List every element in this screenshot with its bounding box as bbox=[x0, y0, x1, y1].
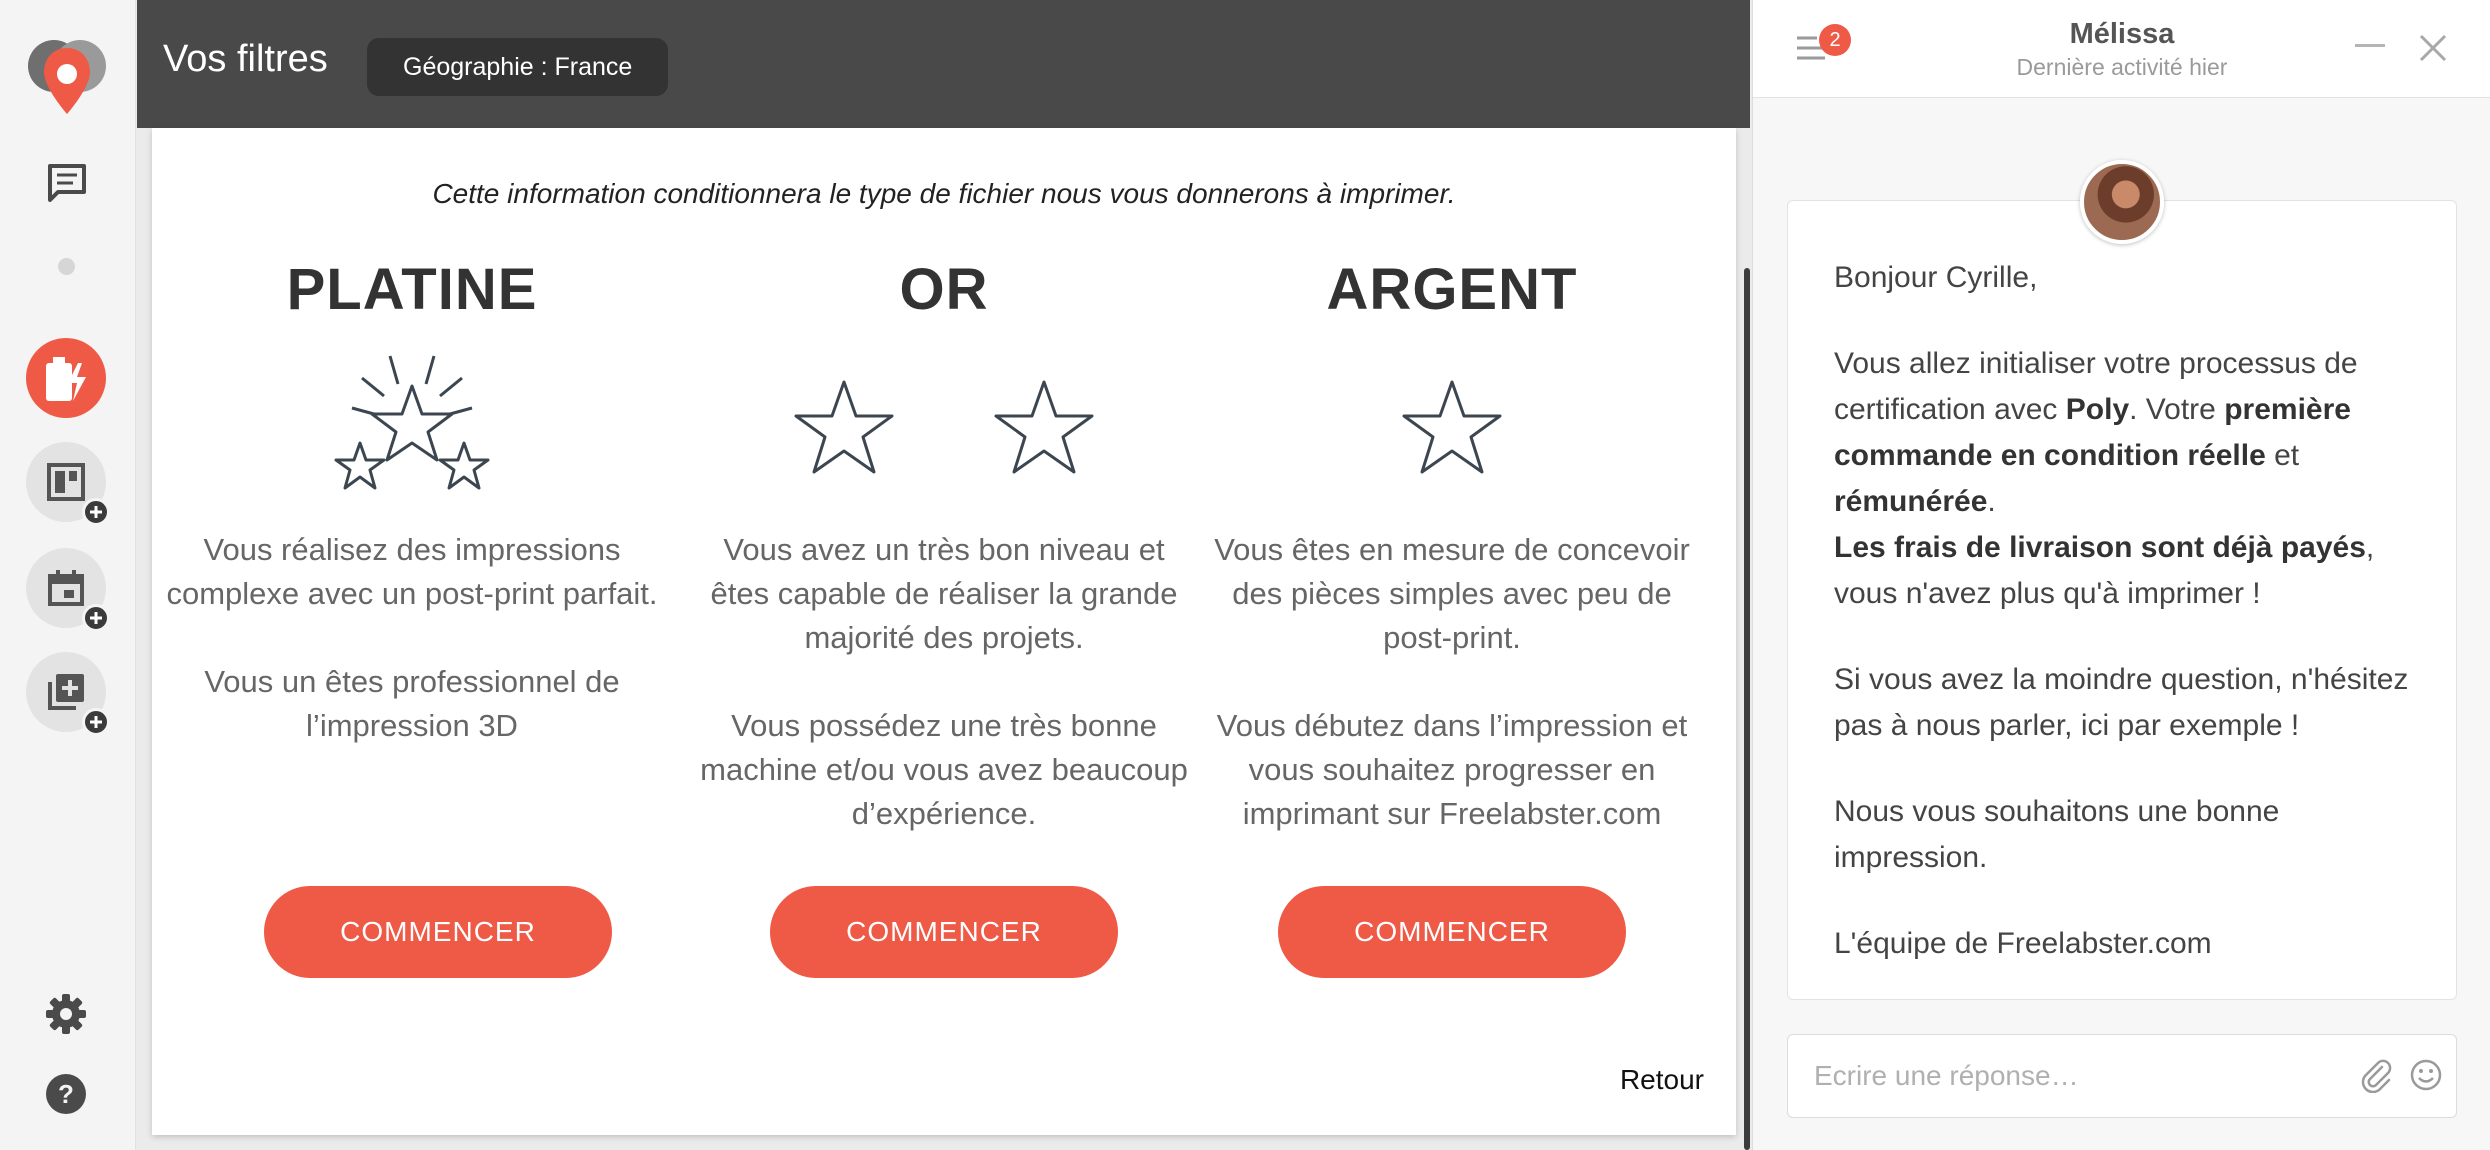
geography-filter-chip[interactable]: Géographie : France bbox=[367, 38, 669, 96]
plus-icon bbox=[82, 498, 110, 526]
gear-icon[interactable] bbox=[44, 992, 88, 1041]
start-argent-button[interactable]: COMMENCER bbox=[1278, 886, 1626, 978]
close-icon[interactable] bbox=[2417, 32, 2449, 69]
calendar-add-icon bbox=[48, 570, 84, 606]
emoji-icon[interactable] bbox=[2408, 1057, 2444, 1098]
plus-icon bbox=[82, 604, 110, 632]
intro-text: Cette information conditionnera le type … bbox=[432, 178, 1456, 209]
message-paragraph: Vous allez initialiser votre processus d… bbox=[1834, 347, 2375, 610]
svg-text:?: ? bbox=[58, 1079, 74, 1109]
filters-title: Vos filtres bbox=[163, 38, 328, 80]
dashboard-add-icon bbox=[47, 463, 85, 501]
library-add-button[interactable] bbox=[26, 652, 110, 736]
level-title: ARGENT bbox=[1326, 257, 1578, 322]
logo-pin-icon[interactable] bbox=[24, 34, 110, 120]
start-or-button[interactable]: COMMENCER bbox=[770, 886, 1118, 978]
level-title: OR bbox=[899, 257, 989, 322]
certification-level-card: Cette information conditionnera le type … bbox=[152, 128, 1736, 1135]
main-scrollbar[interactable] bbox=[1744, 268, 1750, 1150]
level-column-argent: ARGENT Vous êtes en mesure de concevoir … bbox=[1198, 256, 1706, 836]
avatar bbox=[2080, 160, 2164, 244]
start-platine-button[interactable]: COMMENCER bbox=[264, 886, 612, 978]
minimize-icon[interactable] bbox=[2355, 44, 2385, 47]
dashboard-add-button[interactable] bbox=[26, 442, 110, 526]
chat-header: 2 Mélissa Dernière activité hier bbox=[1753, 0, 2490, 98]
level-description: Vous êtes en mesure de concevoir des piè… bbox=[1214, 532, 1690, 655]
reply-input[interactable] bbox=[1814, 1051, 2314, 1101]
sidebar: ? bbox=[0, 0, 136, 1150]
message-paragraph: Si vous avez la moindre question, n'hési… bbox=[1834, 663, 2409, 742]
separator-dot bbox=[58, 258, 75, 275]
chat-panel: 2 Mélissa Dernière activité hier Bonjour… bbox=[1752, 0, 2490, 1150]
help-icon[interactable]: ? bbox=[44, 1072, 88, 1121]
level-column-or: OR Vous avez un très bon niveau et êtes … bbox=[690, 256, 1198, 836]
level-title: PLATINE bbox=[286, 257, 538, 322]
plus-icon bbox=[82, 708, 110, 736]
level-description: Vous réalisez des impressions complexe a… bbox=[166, 532, 658, 611]
chat-icon[interactable] bbox=[46, 162, 88, 209]
paperclip-icon[interactable] bbox=[2358, 1057, 2394, 1098]
battery-bolt-button[interactable] bbox=[26, 338, 106, 418]
three-stars-burst-icon bbox=[334, 355, 490, 490]
contact-status: Dernière activité hier bbox=[2016, 54, 2228, 80]
level-description: Vous avez un très bon niveau et êtes cap… bbox=[710, 532, 1178, 655]
level-description-secondary: Vous possédez une très bonne machine et/… bbox=[700, 708, 1188, 831]
two-stars-icon bbox=[794, 380, 1094, 474]
back-link[interactable]: Retour bbox=[1620, 1064, 1704, 1096]
battery-bolt-icon bbox=[46, 357, 86, 401]
level-column-platine: PLATINE Vous réalisez des impressions co… bbox=[158, 256, 666, 748]
filters-bar: Vos filtres Géographie : France bbox=[137, 0, 1750, 128]
message-greeting: Bonjour Cyrille, bbox=[1834, 261, 2038, 294]
library-add-icon bbox=[48, 674, 84, 710]
calendar-add-button[interactable] bbox=[26, 548, 110, 632]
message-paragraph: Nous vous souhaitons une bonne impressio… bbox=[1834, 795, 2280, 874]
message-signature: L'équipe de Freelabster.com bbox=[1834, 927, 2212, 960]
one-star-icon bbox=[1402, 380, 1502, 474]
reply-box bbox=[1787, 1034, 2457, 1118]
level-description-secondary: Vous débutez dans l’impression et vous s… bbox=[1216, 708, 1688, 831]
chat-message: Bonjour Cyrille, Vous allez initialiser … bbox=[1787, 200, 2457, 1000]
level-description-secondary: Vous un êtes professionnel de l’impressi… bbox=[204, 664, 620, 743]
